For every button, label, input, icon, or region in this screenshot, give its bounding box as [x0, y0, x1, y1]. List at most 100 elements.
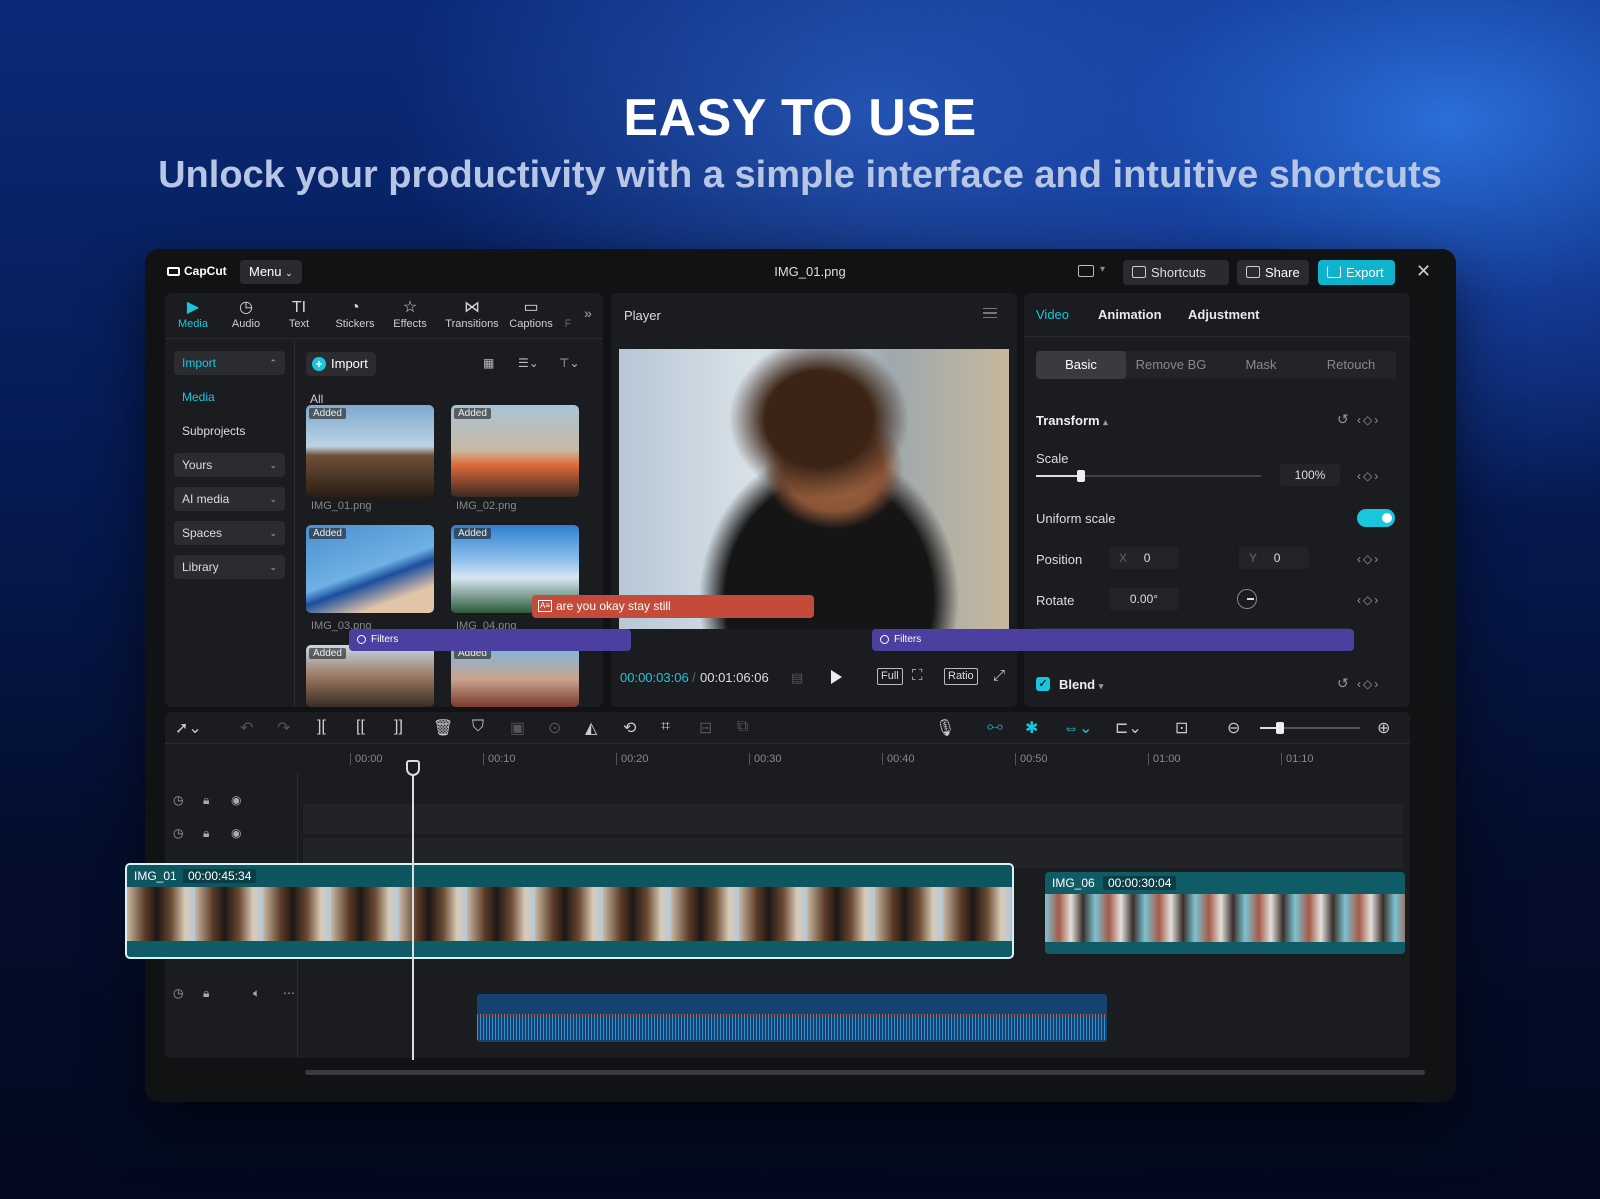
delete-icon[interactable]: 🗑	[433, 718, 453, 738]
subtab-retouch[interactable]: Retouch	[1306, 351, 1396, 379]
play-icon[interactable]	[831, 670, 842, 684]
scale-slider-knob[interactable]	[1077, 470, 1085, 482]
tab-text[interactable]: TI Text	[273, 298, 325, 330]
auto-reframe-icon[interactable]: ⊟	[699, 718, 712, 738]
eye-icon[interactable]: ◉	[231, 793, 241, 807]
reset-icon[interactable]: ↺	[1337, 411, 1349, 428]
keyframe-icon[interactable]: ‹◇›	[1357, 677, 1380, 691]
microphone-icon[interactable]: 🎙	[935, 718, 955, 738]
ratio-button[interactable]: Ratio	[944, 668, 978, 685]
track-cover-icon[interactable]: ◷	[173, 826, 183, 840]
sidebar-item-subprojects[interactable]: Subprojects	[174, 419, 285, 443]
video-preview[interactable]	[619, 349, 1009, 629]
layout-chevron-icon[interactable]: ▾	[1100, 264, 1105, 275]
tab-more-truncated[interactable]: F	[561, 298, 575, 330]
audio-clip[interactable]	[477, 994, 1107, 1042]
frame-grid-icon[interactable]: ▤	[791, 670, 803, 686]
subtab-mask[interactable]: Mask	[1216, 351, 1306, 379]
sidebar-item-ai-media[interactable]: AI media ⌄	[174, 487, 285, 511]
zoom-out-icon[interactable]: ⊖	[1227, 718, 1240, 738]
auto-snap-icon[interactable]: ⇔⌄	[1063, 718, 1092, 738]
playhead-handle[interactable]	[406, 760, 420, 776]
scale-value[interactable]: 100%	[1280, 464, 1340, 486]
split-left-icon[interactable]: [[	[356, 718, 365, 736]
zoom-slider[interactable]	[1260, 722, 1360, 734]
zoom-fit-icon[interactable]: ⛶	[912, 667, 923, 684]
rotate-field[interactable]: 0.00°	[1109, 588, 1179, 610]
position-y-field[interactable]: Y 0	[1239, 547, 1309, 569]
volume-icon[interactable]: 🔈︎	[253, 986, 260, 1001]
blend-header[interactable]: Blend ▾	[1059, 677, 1103, 692]
grid-view-icon[interactable]: ▦	[483, 356, 494, 370]
position-x-field[interactable]: X 0	[1109, 547, 1179, 569]
eye-icon[interactable]: ◉	[231, 826, 241, 840]
media-item[interactable]: Added	[306, 525, 434, 613]
track-cover-icon[interactable]: ◷	[173, 793, 183, 807]
tab-video[interactable]: Video	[1036, 307, 1069, 322]
fit-timeline-icon[interactable]: ⊡	[1175, 718, 1188, 738]
crop-icon[interactable]: ⌗	[661, 718, 670, 736]
magnet-icon[interactable]: ✱	[1025, 718, 1038, 738]
timeline-scrollbar[interactable]	[305, 1070, 1425, 1075]
uniform-scale-toggle[interactable]	[1357, 509, 1395, 527]
lock-icon[interactable]: 🔒︎	[203, 986, 209, 1001]
keyframe-icon[interactable]: ‹◇›	[1357, 413, 1380, 427]
audio-track-icon[interactable]: ◷	[173, 986, 183, 1000]
select-tool-icon[interactable]: ➚⌄	[175, 718, 202, 738]
full-button[interactable]: Full	[877, 668, 903, 685]
rotate-icon[interactable]: ⟲	[623, 718, 636, 738]
lock-icon[interactable]: 🔒︎	[203, 826, 209, 841]
filter-clip[interactable]: Filters	[872, 629, 1354, 651]
replace-icon[interactable]: ⧉	[737, 718, 748, 736]
fullscreen-icon[interactable]: ⤢	[993, 667, 1005, 684]
sidebar-item-spaces[interactable]: Spaces ⌄	[174, 521, 285, 545]
undo-icon[interactable]: ↶	[240, 718, 253, 738]
tab-animation[interactable]: Animation	[1098, 307, 1162, 322]
tab-audio[interactable]: ◷ Audio	[220, 298, 272, 330]
split-right-icon[interactable]: ]]	[394, 718, 403, 736]
subtab-basic[interactable]: Basic	[1036, 351, 1126, 379]
mirror-icon[interactable]: ◭	[585, 718, 597, 738]
reverse-icon[interactable]: ⊙	[548, 718, 561, 738]
more-icon[interactable]: ⋯	[283, 986, 295, 1000]
text-clip[interactable]: A≡ are you okay stay still	[532, 595, 814, 618]
tab-transitions[interactable]: ⋈ Transitions	[441, 298, 503, 330]
menu-button[interactable]: Menu ⌄	[240, 260, 302, 284]
media-item[interactable]: Added	[306, 645, 434, 707]
filter-icon[interactable]: ⊤⌄	[559, 356, 580, 370]
redo-icon[interactable]: ↷	[277, 718, 290, 738]
share-button[interactable]: Share	[1237, 260, 1309, 285]
sidebar-item-yours[interactable]: Yours ⌄	[174, 453, 285, 477]
zoom-in-icon[interactable]: ⊕	[1377, 718, 1390, 738]
lock-icon[interactable]: 🔒︎	[203, 793, 209, 808]
sidebar-item-import[interactable]: Import ⌃	[174, 351, 285, 375]
import-button[interactable]: + Import	[306, 352, 376, 376]
sidebar-item-media[interactable]: Media	[174, 385, 285, 409]
blend-checkbox[interactable]: ✓	[1036, 677, 1050, 691]
marker-icon[interactable]: ⛉	[472, 718, 484, 736]
subtab-remove-bg[interactable]: Remove BG	[1126, 351, 1216, 379]
zoom-slider-knob[interactable]	[1276, 722, 1284, 734]
main-video-clip[interactable]: IMG_01 00:00:45:34	[125, 863, 1014, 959]
preview-axis-icon[interactable]: ⊏⌄	[1115, 718, 1142, 738]
sort-icon[interactable]: ☰⌄	[518, 356, 539, 370]
tab-media[interactable]: ▶ Media	[167, 298, 219, 330]
split-icon[interactable]: ][	[317, 718, 326, 736]
freeze-icon[interactable]: ▣	[510, 718, 525, 738]
rotate-dial[interactable]	[1237, 589, 1257, 609]
tab-stickers[interactable]: ◔ Stickers	[329, 298, 381, 330]
tab-captions[interactable]: ▭ Captions	[505, 298, 557, 330]
export-button[interactable]: Export	[1318, 260, 1395, 285]
filter-clip[interactable]: Filters	[349, 629, 631, 651]
media-item[interactable]: Added	[451, 405, 579, 497]
tab-adjustment[interactable]: Adjustment	[1188, 307, 1260, 322]
player-menu-icon[interactable]	[983, 308, 997, 318]
layout-icon[interactable]	[1078, 265, 1094, 277]
keyframe-icon[interactable]: ‹◇›	[1357, 552, 1380, 566]
close-icon[interactable]: ✕	[1416, 261, 1431, 282]
playhead[interactable]	[412, 760, 414, 1060]
tab-effects[interactable]: ☆ Effects	[384, 298, 436, 330]
shortcuts-button[interactable]: Shortcuts	[1123, 260, 1229, 285]
more-tabs-icon[interactable]: »	[584, 305, 592, 321]
sidebar-item-library[interactable]: Library ⌄	[174, 555, 285, 579]
